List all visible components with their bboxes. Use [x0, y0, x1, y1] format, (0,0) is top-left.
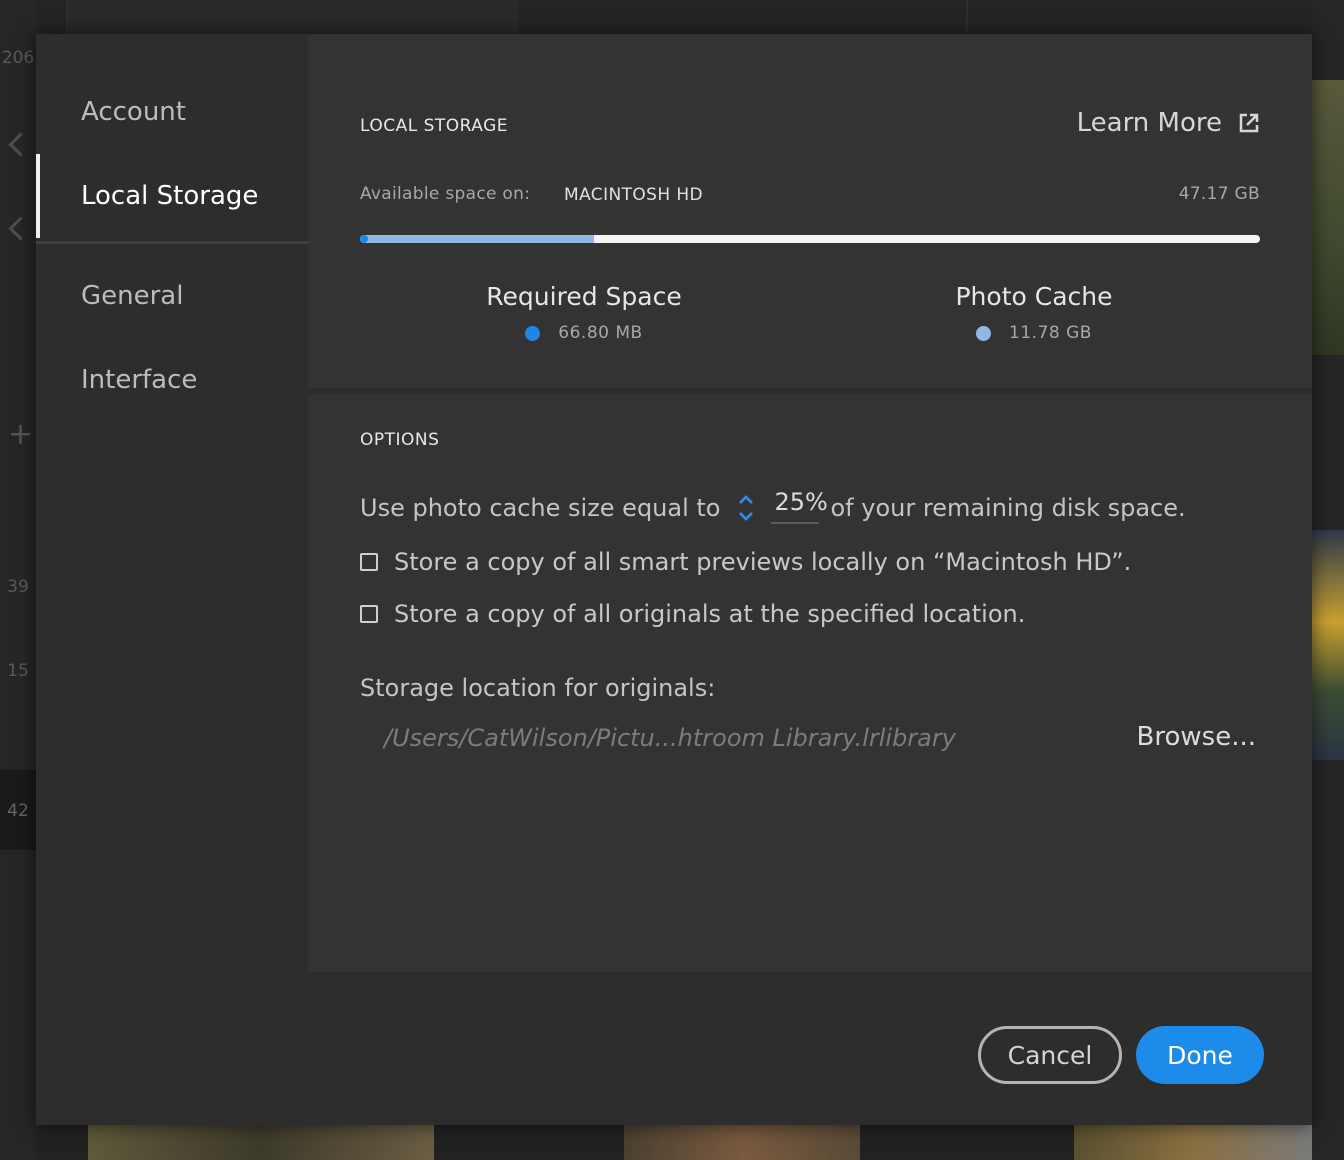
sidebar-item-label: Local Storage [81, 181, 259, 211]
legend-photo-cache: Photo Cache 11.78 GB [914, 282, 1154, 343]
legend-required-space: Required Space 66.80 MB [464, 282, 704, 343]
background-count: 206 [1, 48, 35, 68]
smart-previews-option[interactable]: Store a copy of all smart previews local… [360, 548, 1131, 576]
plus-icon: + [8, 417, 34, 452]
cancel-button[interactable]: Cancel [978, 1026, 1122, 1084]
originals-option[interactable]: Store a copy of all originals at the spe… [360, 600, 1025, 628]
sidebar-item-label: General [81, 281, 184, 311]
legend-title: Photo Cache [955, 282, 1113, 311]
required-space-value: 66.80 MB [558, 323, 643, 343]
background-count: 15 [7, 661, 29, 681]
cache-size-row: Use photo cache size equal to 25% of you… [360, 488, 1186, 526]
sidebar-item-interface[interactable]: Interface [36, 338, 308, 422]
storage-usage-bar [360, 235, 1260, 243]
external-link-icon [1239, 113, 1259, 133]
cancel-button-label: Cancel [1007, 1040, 1093, 1070]
available-space-label: Available space on: [360, 184, 531, 204]
drive-name: MACINTOSH HD [564, 185, 704, 205]
chevron-left-icon [8, 216, 33, 241]
browse-button[interactable]: Browse... [1137, 722, 1256, 752]
sidebar-item-general[interactable]: General [36, 254, 308, 338]
sidebar-item-label: Interface [81, 365, 198, 395]
options-heading: OPTIONS [360, 430, 440, 450]
photo-cache-value: 11.78 GB [1009, 323, 1092, 343]
background-count: 42 [7, 801, 29, 821]
available-space-value: 47.17 GB [1178, 184, 1260, 204]
required-space-bar-fill [360, 235, 368, 243]
local-storage-panel: LOCAL STORAGE Learn More Available space… [308, 34, 1312, 388]
originals-label: Store a copy of all originals at the spe… [394, 600, 1026, 628]
preferences-dialog: Account Local Storage General Interface … [36, 34, 1312, 1125]
cache-size-input[interactable]: 25% [770, 488, 828, 524]
done-button-label: Done [1167, 1040, 1233, 1070]
photo-cache-bar-fill [360, 235, 594, 243]
background-photo-thumbnail [1312, 80, 1344, 355]
storage-location-label: Storage location for originals: [360, 674, 716, 702]
sidebar-item-account[interactable]: Account [36, 70, 308, 154]
sidebar-divider [36, 241, 308, 244]
smart-previews-checkbox[interactable] [360, 553, 378, 571]
storage-location-path: /Users/CatWilson/Pictu...htroom Library.… [384, 724, 956, 752]
local-storage-heading: LOCAL STORAGE [360, 116, 509, 136]
sidebar-item-local-storage[interactable]: Local Storage [36, 154, 308, 238]
cache-size-prefix: Use photo cache size equal to [360, 494, 721, 522]
photo-cache-dot-icon [976, 325, 992, 341]
cache-size-suffix: of your remaining disk space. [830, 494, 1186, 522]
background-bottom-strip [36, 1125, 1312, 1160]
background-count: 39 [7, 577, 29, 597]
learn-more-label: Learn More [1076, 108, 1222, 138]
originals-checkbox[interactable] [360, 605, 378, 623]
learn-more-link[interactable]: Learn More [1077, 108, 1260, 138]
preferences-sidebar: Account Local Storage General Interface [36, 34, 308, 1125]
chevron-left-icon [8, 132, 33, 157]
smart-previews-label: Store a copy of all smart previews local… [394, 548, 1132, 576]
cache-size-stepper-icon[interactable] [735, 492, 757, 524]
done-button[interactable]: Done [1136, 1026, 1264, 1084]
options-panel: OPTIONS Use photo cache size equal to 25… [308, 394, 1312, 972]
background-top-strip [36, 0, 1312, 34]
sidebar-item-label: Account [81, 97, 186, 127]
background-photo-thumbnail [1312, 530, 1344, 760]
legend-title: Required Space [486, 282, 682, 311]
required-space-dot-icon [525, 325, 541, 341]
background-left-column: 206 + 39 15 42 [0, 0, 36, 1160]
